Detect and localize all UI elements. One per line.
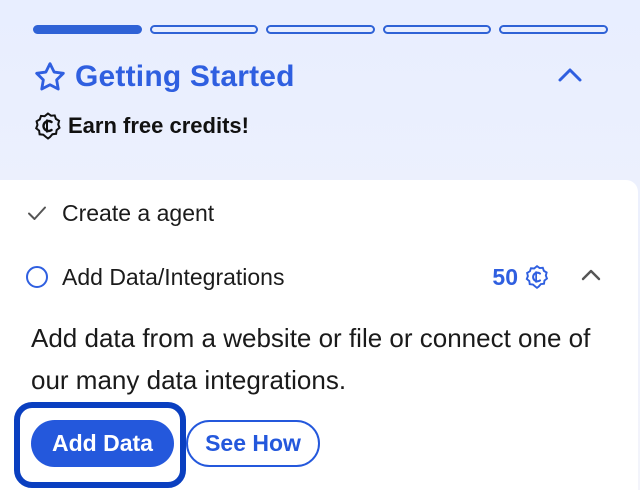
credit-coin-icon xyxy=(33,111,63,141)
panel-title: Getting Started xyxy=(75,60,295,93)
collapse-step-button[interactable] xyxy=(574,260,608,294)
progress-segment-2 xyxy=(149,25,259,34)
star-outline-icon xyxy=(33,60,67,94)
add-data-button[interactable]: Add Data xyxy=(31,420,174,467)
earn-credits-banner: Earn free credits! xyxy=(33,110,249,142)
progress-bar xyxy=(33,25,608,37)
step-create-agent[interactable]: Create a agent xyxy=(26,196,618,230)
panel-header: Getting Started xyxy=(33,55,608,99)
progress-segment-3 xyxy=(266,25,375,34)
steps-card: Create a agent Add Data/Integrations 50 xyxy=(0,180,638,490)
radio-empty-icon xyxy=(26,266,48,288)
step-label: Add Data/Integrations xyxy=(62,263,285,290)
progress-segment-5 xyxy=(499,25,608,34)
step-label: Create a agent xyxy=(62,199,215,226)
step-add-data[interactable]: Add Data/Integrations 50 xyxy=(26,260,618,294)
chevron-up-icon xyxy=(557,66,583,89)
earn-credits-text: Earn free credits! xyxy=(68,113,249,138)
collapse-panel-button[interactable] xyxy=(552,59,588,95)
chevron-up-icon xyxy=(580,268,602,287)
progress-segment-4 xyxy=(382,25,492,34)
reward-amount: 50 xyxy=(492,263,518,290)
check-icon xyxy=(26,202,48,224)
see-how-button[interactable]: See How xyxy=(186,420,320,467)
step-reward: 50 xyxy=(492,260,550,294)
getting-started-panel: Getting Started Earn free credits! Creat… xyxy=(0,0,640,490)
step-description: Add data from a website or file or conne… xyxy=(31,323,591,395)
progress-segment-1 xyxy=(33,25,142,34)
credit-coin-icon xyxy=(524,264,550,290)
